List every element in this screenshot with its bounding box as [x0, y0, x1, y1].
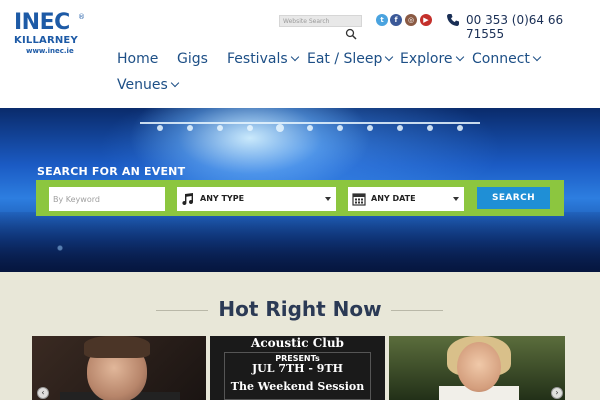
card2-heading: Acoustic Club	[251, 336, 344, 350]
logo-url: www.inec.ie	[26, 47, 74, 55]
search-event-title: SEARCH FOR AN EVENT	[37, 165, 186, 178]
date-select-value: ANY DATE	[371, 194, 416, 203]
chevron-down-icon	[290, 52, 299, 62]
nav-home[interactable]: Home	[117, 50, 158, 68]
type-select-value: ANY TYPE	[200, 194, 245, 203]
nav-venues[interactable]: Venues	[117, 76, 180, 94]
youtube-icon[interactable]: ▶	[420, 14, 432, 26]
phone-icon	[447, 14, 459, 26]
event-card-3[interactable]	[389, 336, 565, 400]
keyword-input[interactable]	[49, 187, 165, 211]
twitter-icon[interactable]: t	[376, 14, 388, 26]
search-button[interactable]: SEARCH	[477, 187, 550, 209]
music-note-icon	[182, 193, 194, 206]
calendar-icon	[352, 193, 366, 206]
nav-connect[interactable]: Connect	[472, 50, 542, 68]
card1-hair	[84, 336, 150, 358]
title-divider-right	[391, 310, 443, 311]
phone-number[interactable]: 00 353 (0)64 66 71555	[466, 13, 600, 41]
card2-dates: JUL 7TH - 9TH	[251, 362, 344, 375]
crowd-image	[0, 212, 600, 272]
facebook-icon[interactable]: f	[390, 14, 402, 26]
hot-section-title: Hot Right Now	[218, 297, 382, 321]
logo-name: INEC	[14, 10, 70, 35]
date-select[interactable]: ANY DATE	[348, 187, 464, 211]
card2-session: The Weekend Session	[230, 380, 365, 393]
page: INEC ® KILLARNEY www.inec.ie t f ◎ ▶ 00 …	[0, 0, 600, 400]
event-card-1[interactable]	[32, 336, 206, 400]
event-search-bar: ANY TYPE ANY DATE SEARCH	[36, 180, 564, 216]
site-header: INEC ® KILLARNEY www.inec.ie t f ◎ ▶ 00 …	[0, 0, 600, 108]
instagram-icon[interactable]: ◎	[405, 14, 417, 26]
type-select[interactable]: ANY TYPE	[177, 187, 336, 211]
chevron-down-icon	[170, 78, 180, 88]
carousel-prev-button[interactable]: ‹	[37, 387, 49, 399]
inec-logo[interactable]: INEC ® KILLARNEY www.inec.ie	[12, 12, 86, 62]
main-nav: Home Gigs Festivals Eat / Sleep Explore …	[116, 50, 600, 96]
chevron-down-icon	[385, 52, 394, 62]
nav-festivals[interactable]: Festivals	[227, 50, 299, 68]
carousel-next-button[interactable]: ›	[551, 387, 563, 399]
dropdown-arrow-icon	[453, 197, 459, 201]
nav-gigs[interactable]: Gigs	[177, 50, 208, 68]
event-card-2[interactable]: Acoustic Club PRESENTs JUL 7TH - 9TH The…	[210, 336, 385, 400]
stage-lights	[140, 122, 480, 132]
chevron-down-icon	[455, 52, 464, 62]
chevron-down-icon	[532, 52, 542, 62]
nav-eat-sleep[interactable]: Eat / Sleep	[307, 50, 394, 68]
nav-explore[interactable]: Explore	[400, 50, 464, 68]
logo-reg-mark: ®	[78, 13, 85, 21]
search-icon[interactable]	[345, 28, 357, 40]
website-search-input[interactable]	[279, 15, 362, 27]
dropdown-arrow-icon	[325, 197, 331, 201]
card3-portrait	[457, 342, 501, 392]
logo-subname: KILLARNEY	[14, 35, 78, 46]
